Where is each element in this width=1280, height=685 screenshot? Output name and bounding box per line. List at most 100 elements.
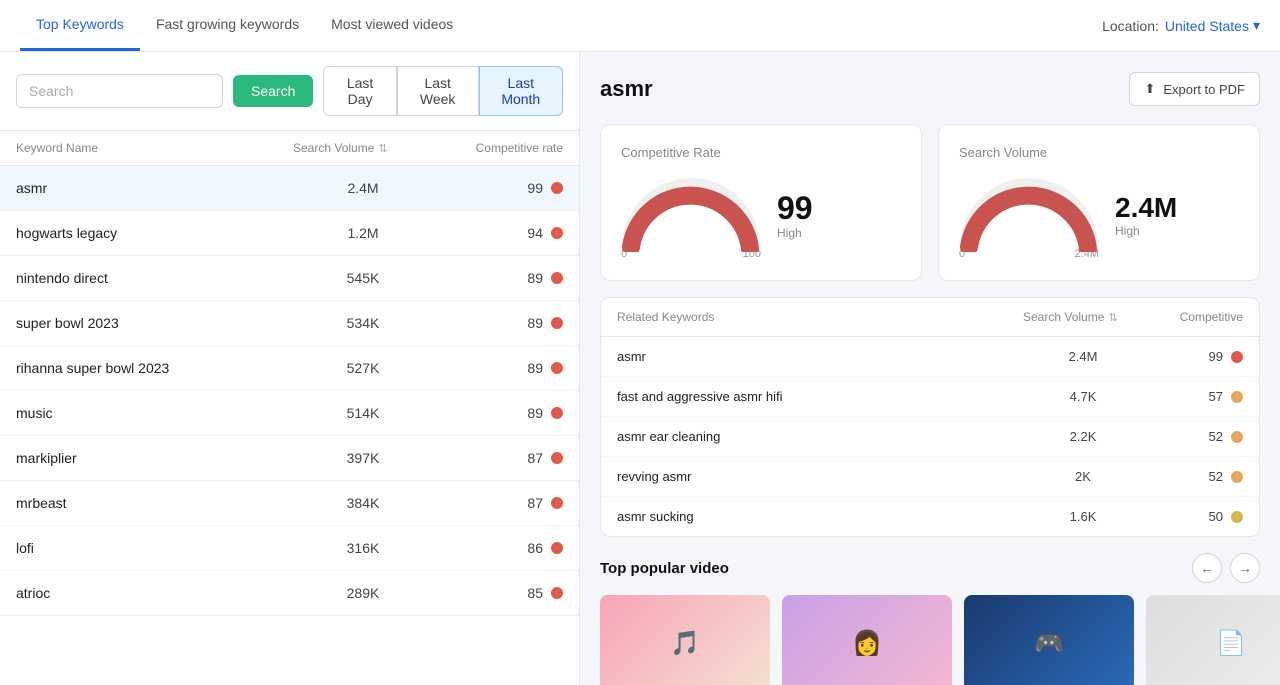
related-row[interactable]: asmr sucking 1.6K 50 [601,497,1259,536]
app-container: Top Keywords Fast growing keywords Most … [0,0,1280,685]
rate-dot [551,587,563,599]
keyword-name: atrioc [16,585,293,601]
related-keyword-name: asmr sucking [617,509,1023,524]
search-button[interactable]: Search [233,75,313,107]
competitive-value: 99 [777,192,813,224]
search-volume-cell: 534K [293,315,433,331]
top-nav: Top Keywords Fast growing keywords Most … [0,0,1280,52]
time-filters: Last Day Last Week Last Month [323,66,563,116]
left-panel: Search Last Day Last Week Last Month Key… [0,52,580,685]
col-volume-header[interactable]: Search Volume ⇅ [293,141,433,155]
search-volume-gauge [959,172,1099,252]
related-row[interactable]: revving asmr 2K 52 [601,457,1259,497]
table-row[interactable]: music 514K 89 [0,391,579,436]
related-sort-icon[interactable]: ⇅ [1108,311,1117,324]
competitive-rate-cell: 87 [433,495,563,511]
search-volume-value: 2.4M [1115,194,1177,222]
table-row[interactable]: atrioc 289K 85 [0,571,579,616]
col-keyword-header: Keyword Name [16,141,293,155]
related-row[interactable]: asmr 2.4M 99 [601,337,1259,377]
search-volume-cell: 316K [293,540,433,556]
search-volume-cell: 527K [293,360,433,376]
competitive-rate-cell: 89 [433,270,563,286]
rate-dot [551,362,563,374]
keyword-name: lofi [16,540,293,556]
table-row[interactable]: hogwarts legacy 1.2M 94 [0,211,579,256]
keyword-name: mrbeast [16,495,293,511]
popular-header: Top popular video ← → [600,553,1260,583]
rate-dot [551,407,563,419]
rate-dot [551,497,563,509]
table-row[interactable]: asmr 2.4M 99 [0,166,579,211]
table-row[interactable]: lofi 316K 86 [0,526,579,571]
related-rows: asmr 2.4M 99 fast and aggressive asmr hi… [601,337,1259,536]
keyword-name: asmr [16,180,293,196]
table-row[interactable]: super bowl 2023 534K 89 [0,301,579,346]
rate-dot [551,317,563,329]
export-button[interactable]: ⬆ Export to PDF [1129,72,1260,106]
filter-last-month[interactable]: Last Month [479,66,563,116]
related-volume: 1.6K [1023,509,1143,524]
rate-dot [551,452,563,464]
competitive-rate-title: Competitive Rate [621,145,901,160]
table-row[interactable]: nintendo direct 545K 89 [0,256,579,301]
related-row[interactable]: asmr ear cleaning 2.2K 52 [601,417,1259,457]
competitive-rate-cell: 86 [433,540,563,556]
related-row[interactable]: fast and aggressive asmr hifi 4.7K 57 [601,377,1259,417]
search-volume-label: High [1115,224,1177,238]
video-thumbnail[interactable]: 🎵 [600,595,770,685]
related-rate-dot [1231,351,1243,363]
search-volume-cell: 545K [293,270,433,286]
video-grid: 🎵👩🎮📄 [600,595,1260,685]
related-volume: 2K [1023,469,1143,484]
competitive-rate-cell: 87 [433,450,563,466]
filter-last-day[interactable]: Last Day [323,66,396,116]
sort-icon[interactable]: ⇅ [378,142,387,155]
filter-last-week[interactable]: Last Week [397,66,479,116]
related-volume: 4.7K [1023,389,1143,404]
competitive-rate-cell: 99 [433,180,563,196]
related-rate-dot [1231,511,1243,523]
related-keyword-name: asmr [617,349,1023,364]
next-arrow[interactable]: → [1230,553,1260,583]
table-row[interactable]: mrbeast 384K 87 [0,481,579,526]
video-thumbnail[interactable]: 👩 [782,595,952,685]
related-competitive: 52 [1143,429,1243,444]
related-col-competitive: Competitive [1143,310,1243,324]
search-volume-cell: 2.4M [293,180,433,196]
related-header: Related Keywords Search Volume ⇅ Competi… [601,298,1259,337]
popular-title: Top popular video [600,560,729,577]
left-toolbar: Search Last Day Last Week Last Month [0,52,579,131]
table-row[interactable]: markiplier 397K 87 [0,436,579,481]
location-value[interactable]: United States ▾ [1165,17,1260,34]
video-thumbnail[interactable]: 🎮 [964,595,1134,685]
related-competitive: 99 [1143,349,1243,364]
search-input[interactable] [16,74,223,108]
search-volume-cell: 384K [293,495,433,511]
search-volume-value-area: 2.4M High [1115,194,1177,238]
search-volume-cell: 1.2M [293,225,433,241]
table-row[interactable]: rihanna super bowl 2023 527K 89 [0,346,579,391]
table-header: Keyword Name Search Volume ⇅ Competitive… [0,131,579,166]
keyword-name: nintendo direct [16,270,293,286]
related-volume: 2.2K [1023,429,1143,444]
competitive-rate-cell: 89 [433,360,563,376]
tab-most-viewed[interactable]: Most viewed videos [315,0,469,51]
related-col-volume[interactable]: Search Volume ⇅ [1023,310,1143,324]
competitive-label: High [777,226,813,240]
competitive-value-area: 99 High [777,192,813,240]
search-volume-card: Search Volume 0 2.4M [938,124,1260,281]
competitive-rate-cell: 89 [433,405,563,421]
video-thumbnail[interactable]: 📄 [1146,595,1280,685]
related-keyword-name: asmr ear cleaning [617,429,1023,444]
right-header: asmr ⬆ Export to PDF [600,72,1260,106]
tab-top-keywords[interactable]: Top Keywords [20,0,140,51]
search-volume-cell: 289K [293,585,433,601]
col-competitive-header: Competitive rate [433,141,563,155]
prev-arrow[interactable]: ← [1192,553,1222,583]
competitive-rate-card: Competitive Rate [600,124,922,281]
rate-dot [551,227,563,239]
nav-arrows: ← → [1192,553,1260,583]
related-volume: 2.4M [1023,349,1143,364]
tab-fast-growing[interactable]: Fast growing keywords [140,0,315,51]
